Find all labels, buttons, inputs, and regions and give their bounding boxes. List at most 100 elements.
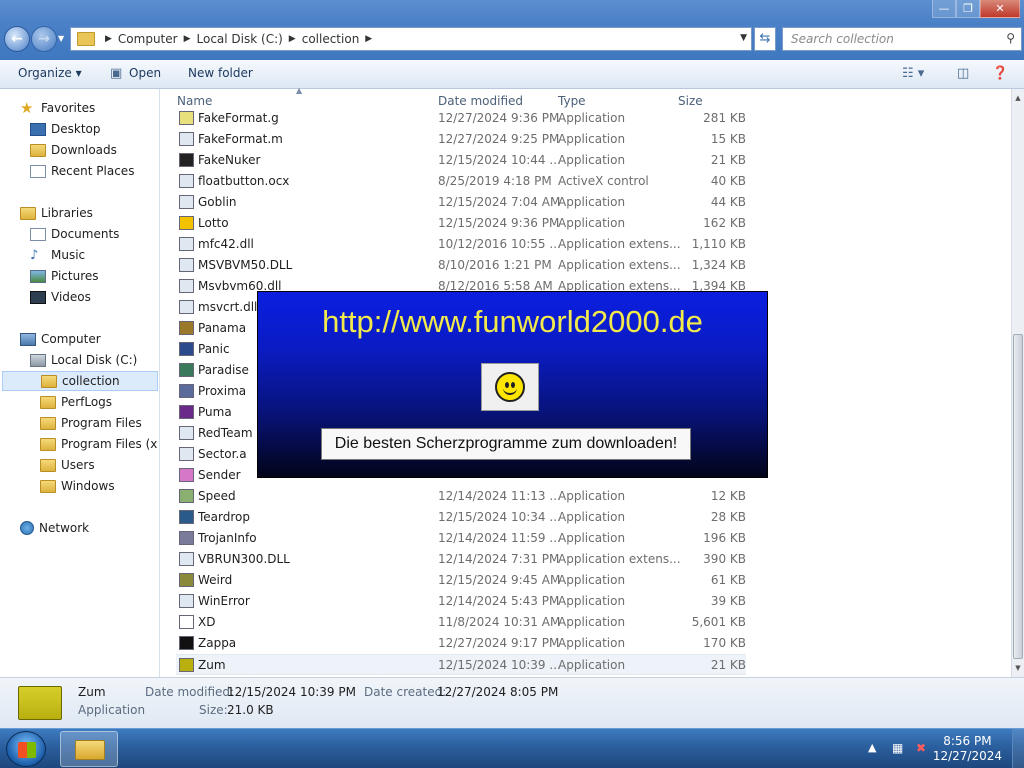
file-row[interactable]: Teardrop 12/15/2024 10:34 ... Application 2… <box>176 507 746 528</box>
nav-collection[interactable]: collection <box>2 371 158 391</box>
column-header-date[interactable]: Date modified <box>438 94 523 108</box>
nav-pictures[interactable]: Pictures <box>30 266 99 286</box>
vertical-scrollbar[interactable]: ▲ ▼ <box>1011 89 1024 677</box>
download-jokes-button[interactable]: Die besten Scherzprogramme zum downloade… <box>321 428 691 460</box>
maximize-button[interactable]: ❐ <box>956 0 980 18</box>
refresh-button[interactable]: ⇆ <box>754 27 776 51</box>
view-options-icon[interactable]: ☷ ▾ <box>902 66 924 81</box>
nav-libraries[interactable]: Libraries <box>20 203 93 223</box>
nav-perflogs[interactable]: PerfLogs <box>40 392 112 412</box>
file-row[interactable]: floatbutton.ocx 8/25/2019 4:18 PM ActiveX … <box>176 171 746 192</box>
file-type: Application <box>558 195 626 209</box>
show-hidden-icons[interactable]: ▲ <box>868 741 876 754</box>
nav-windows[interactable]: Windows <box>40 476 115 496</box>
chevron-right-icon[interactable]: ▶ <box>365 34 372 44</box>
file-icon <box>179 594 194 608</box>
search-input[interactable]: Search collection ⚲ <box>782 27 1022 51</box>
file-type: ActiveX control <box>558 174 649 188</box>
new-folder-button[interactable]: New folder <box>188 66 253 80</box>
file-row[interactable]: Zum 12/15/2024 10:39 ... Application 21 KB <box>176 654 746 675</box>
back-button[interactable]: ← <box>4 26 30 52</box>
libraries-icon <box>20 206 36 220</box>
file-date: 12/14/2024 7:31 PM <box>438 552 560 566</box>
file-size: 21 KB <box>710 153 746 167</box>
details-name: Zum <box>78 685 106 699</box>
minimize-button[interactable]: — <box>932 0 956 18</box>
network-icon <box>20 521 34 535</box>
nav-desktop[interactable]: Desktop <box>30 119 101 139</box>
column-header-size[interactable]: Size <box>678 94 703 108</box>
close-button[interactable]: ✕ <box>980 0 1020 18</box>
chevron-right-icon[interactable]: ▶ <box>105 34 112 44</box>
address-bar[interactable]: ▶ Computer ▶ Local Disk (C:) ▶ collectio… <box>70 27 752 51</box>
scrollbar-thumb[interactable] <box>1013 334 1023 659</box>
help-icon[interactable]: ❓ <box>992 66 1008 81</box>
file-row[interactable]: Speed 12/14/2024 11:13 ... Application 12 K… <box>176 486 746 507</box>
file-row[interactable]: WinError 12/14/2024 5:43 PM Application 39 … <box>176 591 746 612</box>
file-row[interactable]: TrojanInfo 12/14/2024 11:59 ... Applicatio… <box>176 528 746 549</box>
nav-network[interactable]: Network <box>20 518 89 538</box>
nav-downloads[interactable]: Downloads <box>30 140 117 160</box>
start-button[interactable] <box>6 731 46 767</box>
address-dropdown-icon[interactable]: ▼ <box>740 33 747 43</box>
file-icon <box>179 174 194 188</box>
joke-popup-window[interactable]: http://www.funworld2000.de Die besten Sc… <box>257 291 768 478</box>
nav-computer[interactable]: Computer <box>20 329 101 349</box>
file-size: 40 KB <box>710 174 746 188</box>
scroll-down-icon[interactable]: ▼ <box>1012 661 1024 675</box>
breadcrumb-local-disk[interactable]: Local Disk (C:) <box>197 32 283 46</box>
chevron-right-icon[interactable]: ▶ <box>289 34 296 44</box>
column-header-name[interactable]: Name <box>177 94 212 108</box>
organize-button[interactable]: Organize ▾ <box>18 66 82 80</box>
nav-favorites[interactable]: ★ Favorites <box>20 98 95 118</box>
search-icon[interactable]: ⚲ <box>1006 31 1015 45</box>
network-tray-icon[interactable]: ▦ <box>892 741 906 755</box>
nav-local-disk[interactable]: Local Disk (C:) <box>30 350 137 370</box>
file-icon <box>179 468 194 482</box>
chevron-right-icon[interactable]: ▶ <box>184 34 191 44</box>
file-row[interactable]: Goblin 12/15/2024 7:04 AM Application 44 KB <box>176 192 746 213</box>
file-date: 12/27/2024 9:36 PM <box>438 111 560 125</box>
details-size: 21.0 KB <box>227 703 274 717</box>
nav-videos[interactable]: Videos <box>30 287 91 307</box>
forward-button[interactable]: → <box>31 26 57 52</box>
preview-pane-icon[interactable]: ◫ <box>957 66 969 81</box>
file-date: 8/25/2019 4:18 PM <box>438 174 552 188</box>
recent-pages-dropdown[interactable]: ▼ <box>58 34 64 43</box>
clock-time: 8:56 PM <box>943 734 992 748</box>
file-row[interactable]: XD 11/8/2024 10:31 AM Application 5,601 KB <box>176 612 746 633</box>
show-desktop-button[interactable] <box>1012 729 1024 768</box>
file-row[interactable]: Weird 12/15/2024 9:45 AM Application 61 KB <box>176 570 746 591</box>
file-row[interactable]: FakeNuker 12/15/2024 10:44 ... Application… <box>176 150 746 171</box>
breadcrumb-computer[interactable]: Computer <box>118 32 178 46</box>
clock[interactable]: 8:56 PM 12/27/2024 <box>933 734 1002 764</box>
file-size: 390 KB <box>703 552 746 566</box>
file-icon <box>179 405 194 419</box>
nav-program-files-x86[interactable]: Program Files (x86 <box>40 434 158 454</box>
nav-music[interactable]: ♪ Music <box>30 245 85 265</box>
nav-users[interactable]: Users <box>40 455 95 475</box>
file-row[interactable]: Lotto 12/15/2024 9:36 PM Application 162 KB <box>176 213 746 234</box>
nav-documents[interactable]: Documents <box>30 224 119 244</box>
smiley-button[interactable] <box>481 363 539 411</box>
volume-muted-icon[interactable]: ✖ <box>916 741 930 755</box>
breadcrumb-collection[interactable]: collection <box>302 32 360 46</box>
file-row[interactable]: VBRUN300.DLL 12/14/2024 7:31 PM Applicatio… <box>176 549 746 570</box>
nav-recent-places[interactable]: Recent Places <box>30 161 134 181</box>
file-name: Panic <box>198 342 230 356</box>
taskbar-explorer-button[interactable] <box>60 731 118 767</box>
open-button[interactable]: Open <box>129 66 161 80</box>
recent-places-icon <box>30 164 46 178</box>
file-row[interactable]: mfc42.dll 10/12/2016 10:55 ... Application… <box>176 234 746 255</box>
file-size: 39 KB <box>710 594 746 608</box>
file-type: Application <box>558 594 626 608</box>
file-row[interactable]: Zappa 12/27/2024 9:17 PM Application 170 KB <box>176 633 746 654</box>
file-row[interactable]: FakeFormat.g 12/27/2024 9:36 PM Applicatio… <box>176 108 746 129</box>
column-header-type[interactable]: Type <box>558 94 586 108</box>
file-name: FakeNuker <box>198 153 261 167</box>
file-row[interactable]: FakeFormat.m 12/27/2024 9:25 PM Applicatio… <box>176 129 746 150</box>
nav-program-files[interactable]: Program Files <box>40 413 142 433</box>
file-row[interactable]: MSVBVM50.DLL 8/10/2016 1:21 PM Application… <box>176 255 746 276</box>
scroll-up-icon[interactable]: ▲ <box>1012 91 1024 105</box>
file-name: Sector.a <box>198 447 247 461</box>
